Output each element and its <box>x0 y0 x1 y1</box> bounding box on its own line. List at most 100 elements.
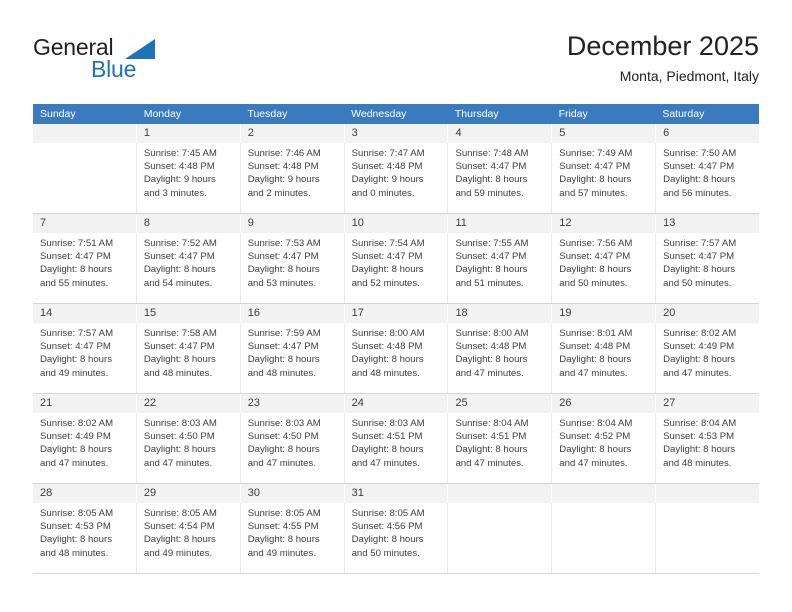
sunset-text: Sunset: 4:50 PM <box>247 431 319 443</box>
weekday-header-saturday: Saturday <box>662 108 705 120</box>
day-number <box>552 484 657 503</box>
day-cell[interactable]: Sunrise: 7:50 AM Sunset: 4:47 PM Dayligh… <box>656 143 759 213</box>
daylight-text-line2: and 47 minutes. <box>143 457 213 469</box>
day-number: 4 <box>448 124 553 143</box>
day-cell[interactable]: Sunrise: 8:05 AM Sunset: 4:54 PM Dayligh… <box>137 503 241 573</box>
day-cell[interactable]: Sunrise: 7:51 AM Sunset: 4:47 PM Dayligh… <box>33 233 137 303</box>
day-cell[interactable]: Sunrise: 8:04 AM Sunset: 4:53 PM Dayligh… <box>656 413 759 483</box>
page-subtitle: Monta, Piedmont, Italy <box>619 68 759 84</box>
daylight-text-line2: and 48 minutes. <box>663 457 732 469</box>
daylight-text-line1: Daylight: 8 hours <box>559 174 632 186</box>
sunrise-text: Sunrise: 8:03 AM <box>247 418 321 429</box>
day-cell[interactable]: Sunrise: 7:58 AM Sunset: 4:47 PM Dayligh… <box>137 323 241 393</box>
daylight-text-line1: Daylight: 8 hours <box>143 534 216 546</box>
sunrise-text: Sunrise: 7:47 AM <box>351 148 425 159</box>
day-cell[interactable]: Sunrise: 7:48 AM Sunset: 4:47 PM Dayligh… <box>448 143 553 213</box>
daylight-text-line1: Daylight: 8 hours <box>663 174 736 186</box>
day-number: 21 <box>33 394 137 413</box>
sunset-text: Sunset: 4:51 PM <box>455 431 527 443</box>
day-number: 1 <box>137 124 241 143</box>
daylight-text-line1: Daylight: 8 hours <box>559 264 632 276</box>
sunset-text: Sunset: 4:47 PM <box>559 251 631 263</box>
day-cell[interactable] <box>552 503 657 573</box>
week-daynumber-band: 7 8 9 10 11 12 13 <box>33 214 759 233</box>
day-cell[interactable] <box>656 503 759 573</box>
day-cell[interactable]: Sunrise: 8:04 AM Sunset: 4:51 PM Dayligh… <box>448 413 553 483</box>
day-cell[interactable]: Sunrise: 8:01 AM Sunset: 4:48 PM Dayligh… <box>552 323 657 393</box>
sunrise-text: Sunrise: 8:04 AM <box>559 418 633 429</box>
day-cell[interactable] <box>448 503 553 573</box>
daylight-text-line1: Daylight: 8 hours <box>455 174 528 186</box>
day-number: 10 <box>345 214 449 233</box>
daylight-text-line2: and 47 minutes. <box>559 367 628 379</box>
general-blue-logo[interactable]: General Blue <box>33 34 213 90</box>
daylight-text-line2: and 55 minutes. <box>40 277 109 289</box>
sunset-text: Sunset: 4:54 PM <box>143 521 215 533</box>
day-cell[interactable]: Sunrise: 8:05 AM Sunset: 4:55 PM Dayligh… <box>241 503 345 573</box>
day-cell[interactable]: Sunrise: 8:02 AM Sunset: 4:49 PM Dayligh… <box>656 323 759 393</box>
day-cell[interactable]: Sunrise: 8:00 AM Sunset: 4:48 PM Dayligh… <box>345 323 449 393</box>
day-number: 6 <box>663 127 670 139</box>
day-cell[interactable]: Sunrise: 8:05 AM Sunset: 4:53 PM Dayligh… <box>33 503 137 573</box>
calendar-week-row: 21 22 23 24 25 26 27 Sunrise: 8:02 AM Su… <box>33 394 759 484</box>
sunrise-text: Sunrise: 8:03 AM <box>143 418 217 429</box>
daylight-text-line1: Daylight: 8 hours <box>143 264 216 276</box>
week-detail-band: Sunrise: 7:51 AM Sunset: 4:47 PM Dayligh… <box>33 233 759 303</box>
sunrise-text: Sunrise: 8:02 AM <box>663 328 737 339</box>
daylight-text-line2: and 3 minutes. <box>143 187 207 199</box>
daylight-text-line2: and 47 minutes. <box>559 457 628 469</box>
day-number: 8 <box>137 214 241 233</box>
sunset-text: Sunset: 4:51 PM <box>351 431 423 443</box>
sunset-text: Sunset: 4:47 PM <box>143 341 215 353</box>
sunrise-text: Sunrise: 7:57 AM <box>40 328 114 339</box>
daylight-text-line2: and 47 minutes. <box>247 457 316 469</box>
day-cell[interactable]: Sunrise: 7:59 AM Sunset: 4:47 PM Dayligh… <box>241 323 345 393</box>
daylight-text-line2: and 50 minutes. <box>663 277 732 289</box>
day-cell[interactable]: Sunrise: 7:45 AM Sunset: 4:48 PM Dayligh… <box>137 143 241 213</box>
sunset-text: Sunset: 4:49 PM <box>663 341 735 353</box>
day-cell[interactable]: Sunrise: 7:55 AM Sunset: 4:47 PM Dayligh… <box>448 233 553 303</box>
day-number: 13 <box>663 217 676 229</box>
daylight-text-line2: and 2 minutes. <box>247 187 311 199</box>
day-cell[interactable]: Sunrise: 8:04 AM Sunset: 4:52 PM Dayligh… <box>552 413 657 483</box>
day-cell[interactable]: Sunrise: 7:46 AM Sunset: 4:48 PM Dayligh… <box>241 143 345 213</box>
weekday-header-monday: Monday <box>143 108 182 120</box>
day-cell[interactable]: Sunrise: 7:47 AM Sunset: 4:48 PM Dayligh… <box>345 143 449 213</box>
daylight-text-line1: Daylight: 8 hours <box>247 354 320 366</box>
day-cell[interactable]: Sunrise: 7:53 AM Sunset: 4:47 PM Dayligh… <box>241 233 345 303</box>
day-cell[interactable]: Sunrise: 8:03 AM Sunset: 4:50 PM Dayligh… <box>241 413 345 483</box>
day-cell[interactable]: Sunrise: 7:57 AM Sunset: 4:47 PM Dayligh… <box>33 323 137 393</box>
day-cell[interactable]: Sunrise: 8:00 AM Sunset: 4:48 PM Dayligh… <box>448 323 553 393</box>
daylight-text-line2: and 59 minutes. <box>455 187 524 199</box>
daylight-text-line1: Daylight: 8 hours <box>247 264 320 276</box>
daylight-text-line1: Daylight: 8 hours <box>247 444 320 456</box>
daylight-text-line1: Daylight: 8 hours <box>40 354 112 366</box>
sunrise-text: Sunrise: 8:00 AM <box>351 328 425 339</box>
week-detail-band: Sunrise: 8:05 AM Sunset: 4:53 PM Dayligh… <box>33 503 759 573</box>
day-cell[interactable]: Sunrise: 8:03 AM Sunset: 4:50 PM Dayligh… <box>137 413 241 483</box>
day-number: 14 <box>33 304 137 323</box>
day-cell[interactable]: Sunrise: 7:49 AM Sunset: 4:47 PM Dayligh… <box>552 143 657 213</box>
day-cell[interactable]: Sunrise: 7:56 AM Sunset: 4:47 PM Dayligh… <box>552 233 657 303</box>
day-cell[interactable]: Sunrise: 8:03 AM Sunset: 4:51 PM Dayligh… <box>345 413 449 483</box>
sunset-text: Sunset: 4:49 PM <box>40 431 111 443</box>
day-number: 28 <box>33 484 137 503</box>
day-cell[interactable]: Sunrise: 7:54 AM Sunset: 4:47 PM Dayligh… <box>345 233 449 303</box>
sunset-text: Sunset: 4:48 PM <box>143 161 215 173</box>
day-cell[interactable]: Sunrise: 7:52 AM Sunset: 4:47 PM Dayligh… <box>137 233 241 303</box>
day-cell[interactable]: Sunrise: 8:05 AM Sunset: 4:56 PM Dayligh… <box>345 503 449 573</box>
daylight-text-line1: Daylight: 8 hours <box>351 354 424 366</box>
sunrise-text: Sunrise: 8:05 AM <box>247 508 321 519</box>
day-cell[interactable]: Sunrise: 8:02 AM Sunset: 4:49 PM Dayligh… <box>33 413 137 483</box>
daylight-text-line1: Daylight: 8 hours <box>455 444 528 456</box>
day-number: 9 <box>241 214 345 233</box>
week-daynumber-band: 14 15 16 17 18 19 20 <box>33 304 759 323</box>
day-number: 3 <box>345 124 449 143</box>
day-cell[interactable]: Sunrise: 7:57 AM Sunset: 4:47 PM Dayligh… <box>656 233 759 303</box>
sunset-text: Sunset: 4:47 PM <box>663 251 735 263</box>
day-number <box>656 484 759 503</box>
daylight-text-line1: Daylight: 8 hours <box>143 444 216 456</box>
day-cell[interactable] <box>33 143 137 213</box>
weekday-header-sunday: Sunday <box>40 108 76 120</box>
daylight-text-line1: Daylight: 8 hours <box>143 354 216 366</box>
